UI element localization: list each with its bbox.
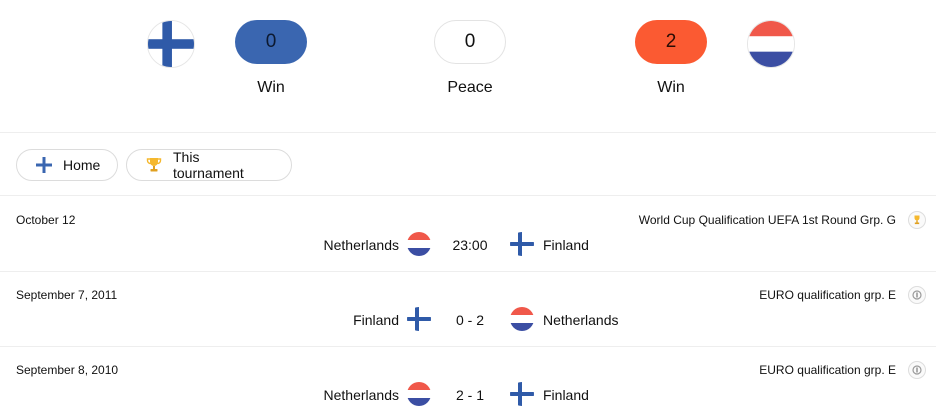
finland-flag-icon	[510, 382, 534, 406]
match-date: October 12	[16, 213, 76, 227]
match-date: September 8, 2010	[16, 363, 119, 377]
plus-cross-icon	[35, 156, 53, 174]
filter-this-tournament-button[interactable]: This tournament	[126, 149, 292, 181]
match-competition: EURO qualification grp. E	[759, 288, 896, 302]
match-score: 0 - 2	[455, 312, 484, 328]
netherlands-flag-icon	[407, 382, 431, 406]
finland-flag-icon	[147, 20, 195, 68]
away-wins-label: Win	[657, 79, 685, 96]
trophy-icon	[145, 156, 163, 174]
match-competition: World Cup Qualification UEFA 1st Round G…	[638, 213, 896, 227]
netherlands-flag-icon	[747, 20, 795, 68]
home-wins-label: Win	[257, 79, 285, 96]
match-team-left: Netherlands	[323, 237, 400, 253]
euro-icon	[908, 286, 926, 304]
match-team-right: Finland	[543, 387, 589, 403]
match-score: 23:00	[452, 237, 488, 253]
filter-bar: Home This tournament	[0, 134, 936, 196]
match-team-right: Finland	[543, 237, 589, 253]
filter-home-button[interactable]: Home	[16, 149, 118, 181]
home-wins-count: 0	[235, 20, 307, 64]
netherlands-flag-icon	[510, 307, 534, 331]
filter-this-tournament-label: This tournament	[173, 149, 244, 181]
away-wins-count: 2	[635, 20, 707, 64]
match-row[interactable]: September 8, 2010 EURO qualification grp…	[0, 347, 936, 416]
match-date: September 7, 2011	[16, 288, 118, 302]
match-row[interactable]: October 12 World Cup Qualification UEFA …	[0, 197, 936, 272]
netherlands-flag-icon	[407, 232, 431, 256]
trophy-icon	[908, 211, 926, 229]
match-score: 2 - 1	[455, 387, 484, 403]
match-row[interactable]: September 7, 2011 EURO qualification grp…	[0, 272, 936, 347]
euro-icon	[908, 361, 926, 379]
match-team-left: Netherlands	[323, 387, 400, 403]
finland-flag-icon	[510, 232, 534, 256]
match-team-left: Finland	[353, 312, 399, 328]
head-to-head-summary: 0 Win 0 Peace 2 Win	[0, 0, 936, 133]
filter-home-label: Home	[63, 157, 101, 173]
match-competition: EURO qualification grp. E	[759, 363, 896, 377]
match-team-right: Netherlands	[543, 312, 619, 328]
draws-label: Peace	[447, 79, 493, 96]
finland-flag-icon	[407, 307, 431, 331]
head-to-head-page: 0 Win 0 Peace 2 Win Home This tournament…	[0, 0, 936, 416]
draws-count: 0	[434, 20, 506, 64]
